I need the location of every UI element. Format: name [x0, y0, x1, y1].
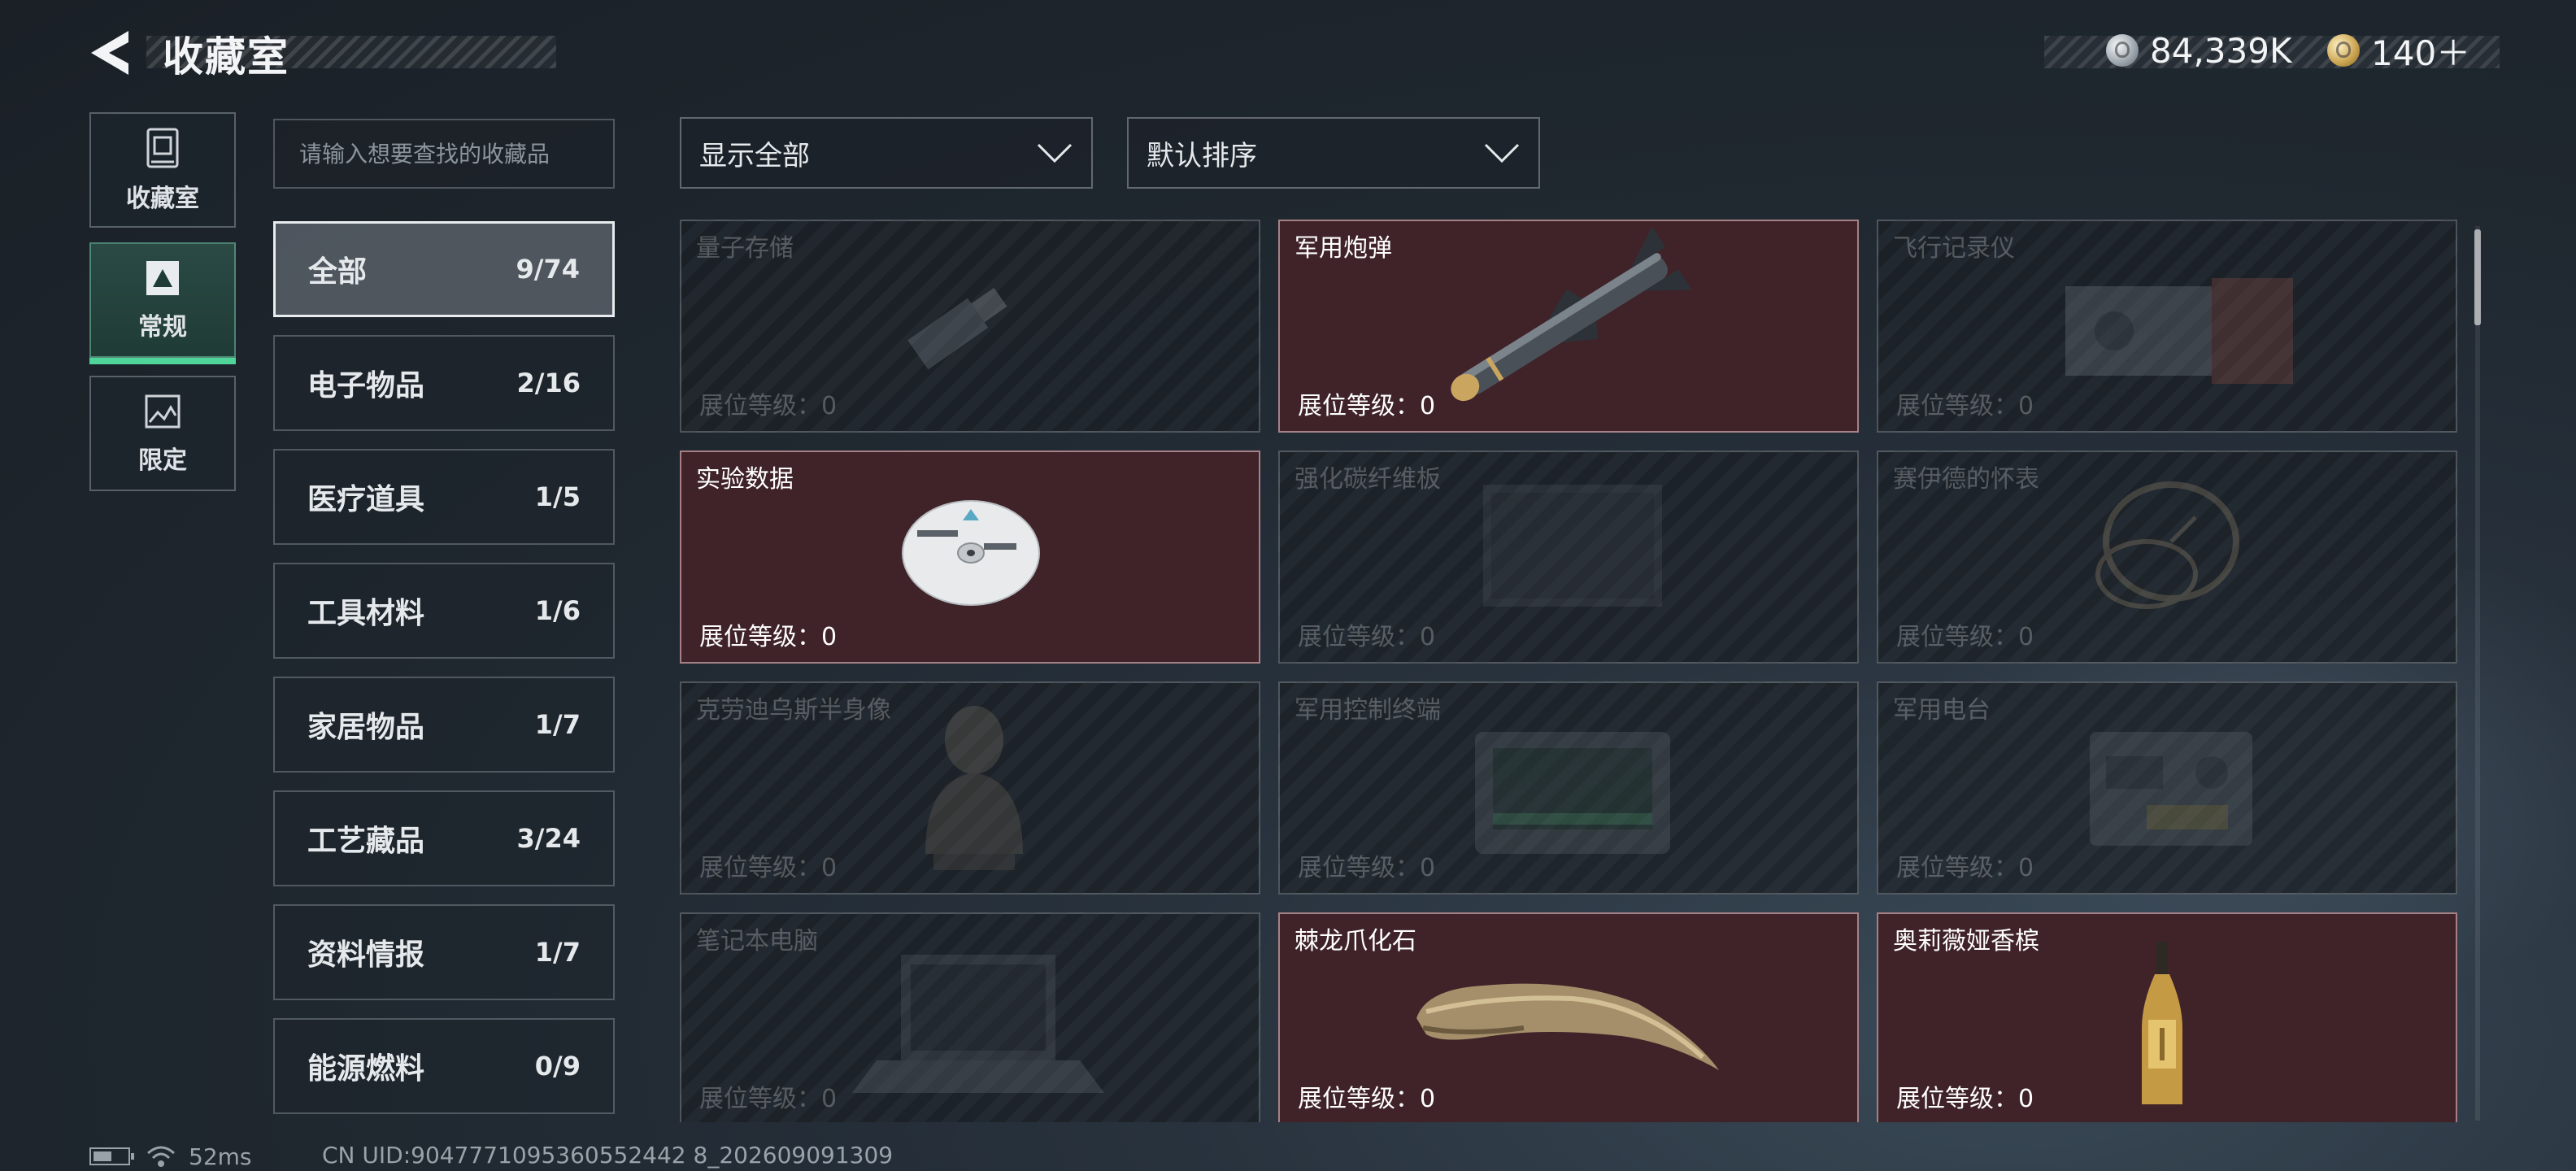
category-electronics[interactable]: 电子物品 2/16	[273, 335, 615, 431]
category-energy[interactable]: 能源燃料 0/9	[273, 1018, 615, 1114]
back-button[interactable]	[85, 28, 143, 78]
wifi-icon	[147, 1146, 175, 1167]
search-input[interactable]	[273, 119, 615, 189]
item-booth-level: 展位等级：0	[699, 854, 838, 882]
category-count: 1/7	[534, 709, 581, 740]
category-name: 工具材料	[307, 597, 425, 630]
category-crafts[interactable]: 工艺藏品 3/24	[273, 790, 615, 886]
silver-coin-icon	[2106, 34, 2139, 67]
collection-item-card[interactable]: 军用炮弹 展位等级：0	[1278, 220, 1859, 433]
category-name: 电子物品	[307, 369, 425, 403]
collection-item-card[interactable]: 棘龙爪化石 展位等级：0	[1278, 912, 1859, 1122]
collection-item-card[interactable]: 强化碳纤维板 展位等级：0	[1278, 451, 1859, 664]
category-name: 能源燃料	[307, 1052, 425, 1086]
chevron-down-icon	[1484, 143, 1520, 163]
silver-currency: 84,339K	[2106, 24, 2292, 76]
nav-limited[interactable]: 限定	[89, 376, 236, 491]
category-name: 工艺藏品	[307, 825, 425, 858]
item-name: 棘龙爪化石	[1295, 927, 1416, 956]
category-name: 家居物品	[307, 711, 425, 744]
item-booth-level: 展位等级：0	[699, 392, 838, 420]
category-name: 医疗道具	[307, 483, 425, 516]
item-name: 强化碳纤维板	[1295, 465, 1441, 494]
item-name: 赛伊德的怀表	[1893, 465, 2039, 494]
category-medical[interactable]: 医疗道具 1/5	[273, 449, 615, 545]
collection-item-card[interactable]: 军用控制终端 展位等级：0	[1278, 681, 1859, 895]
category-name: 全部	[308, 255, 368, 289]
item-booth-level: 展位等级：0	[1298, 392, 1436, 420]
ping-value: 52ms	[189, 1143, 252, 1170]
collection-item-card[interactable]: 克劳迪乌斯半身像 展位等级：0	[680, 681, 1260, 895]
item-booth-level: 展位等级：0	[699, 623, 838, 651]
category-household[interactable]: 家居物品 1/7	[273, 677, 615, 773]
collection-item-card[interactable]: 奥莉薇娅香槟 展位等级：0	[1877, 912, 2457, 1122]
silver-currency-value: 84,339K	[2150, 30, 2292, 71]
collection-item-card[interactable]: 实验数据 展位等级：0	[680, 451, 1260, 664]
category-count: 3/24	[516, 823, 581, 854]
collection-grid: 量子存储 展位等级：0 军用炮弹 展位等级：0 飞行记录仪 展位等级：0 实验数…	[680, 220, 2461, 1122]
battery-icon	[89, 1147, 134, 1165]
item-name: 笔记本电脑	[696, 927, 818, 956]
gold-coin-icon	[2327, 34, 2360, 67]
item-booth-level: 展位等级：0	[1896, 854, 2034, 882]
header-bar: 收藏室 84,339K 140＋	[0, 0, 2576, 106]
nav-regular[interactable]: 常规	[89, 242, 236, 364]
display-filter-dropdown[interactable]: 显示全部	[680, 117, 1093, 189]
user-uid: CN UID:9047771095360552442 8_20260909130…	[322, 1142, 894, 1169]
category-count: 1/6	[534, 595, 581, 626]
collection-item-card[interactable]: 量子存储 展位等级：0	[680, 220, 1260, 433]
category-count: 2/16	[516, 368, 581, 398]
status-footer: 52ms	[89, 1142, 252, 1171]
collection-item-card[interactable]: 笔记本电脑 展位等级：0	[680, 912, 1260, 1122]
category-name: 资料情报	[307, 938, 425, 972]
category-count: 1/7	[534, 937, 581, 968]
item-name: 克劳迪乌斯半身像	[696, 696, 891, 725]
item-name: 量子存储	[696, 234, 794, 263]
item-name: 军用电台	[1893, 696, 1991, 725]
collection-item-card[interactable]: 飞行记录仪 展位等级：0	[1877, 220, 2457, 433]
gold-currency-value: 140＋	[2371, 33, 2471, 73]
nav-label: 常规	[138, 313, 187, 342]
nav-label: 收藏室	[126, 185, 199, 213]
sort-dropdown[interactable]: 默认排序	[1127, 117, 1540, 189]
nav-label: 限定	[138, 446, 187, 475]
collection-item-card[interactable]: 军用电台 展位等级：0	[1877, 681, 2457, 895]
category-tools[interactable]: 工具材料 1/6	[273, 563, 615, 659]
sort-value: 默认排序	[1147, 139, 1257, 172]
item-booth-level: 展位等级：0	[699, 1085, 838, 1113]
item-booth-level: 展位等级：0	[1298, 1085, 1436, 1113]
category-intel[interactable]: 资料情报 1/7	[273, 904, 615, 1000]
back-arrow-icon	[91, 31, 128, 75]
item-name: 奥莉薇娅香槟	[1893, 927, 2039, 956]
item-booth-level: 展位等级：0	[1896, 392, 2034, 420]
regular-icon	[146, 261, 179, 295]
category-count: 1/5	[534, 481, 581, 512]
item-booth-level: 展位等级：0	[1298, 854, 1436, 882]
scrollbar-thumb[interactable]	[2474, 229, 2481, 325]
collection-room-icon	[146, 128, 179, 168]
scrollbar-track[interactable]	[2475, 226, 2480, 1121]
item-name: 实验数据	[696, 465, 794, 494]
item-booth-level: 展位等级：0	[1896, 1085, 2034, 1113]
item-booth-level: 展位等级：0	[1298, 623, 1436, 651]
collection-item-card[interactable]: 赛伊德的怀表 展位等级：0	[1877, 451, 2457, 664]
item-name: 军用炮弹	[1295, 234, 1392, 263]
page-title: 收藏室	[163, 33, 289, 81]
limited-icon	[145, 394, 181, 429]
category-count: 0/9	[534, 1051, 581, 1082]
nav-collection-room[interactable]: 收藏室	[89, 112, 236, 228]
display-filter-value: 显示全部	[699, 139, 810, 172]
item-booth-level: 展位等级：0	[1896, 623, 2034, 651]
chevron-down-icon	[1037, 143, 1073, 163]
item-name: 飞行记录仪	[1893, 234, 2015, 263]
category-all[interactable]: 全部 9/74	[273, 221, 615, 317]
category-count: 9/74	[516, 254, 580, 285]
item-name: 军用控制终端	[1295, 696, 1441, 725]
gold-currency[interactable]: 140＋	[2327, 24, 2470, 76]
